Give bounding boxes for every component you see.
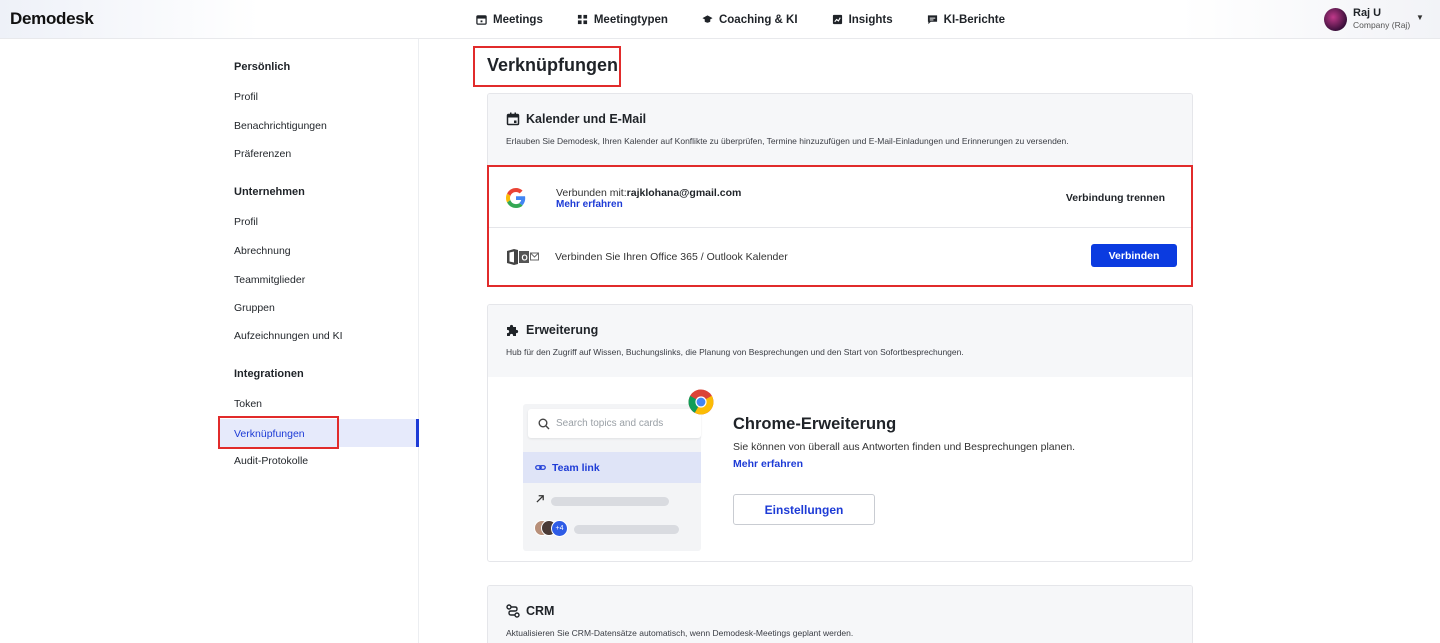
sidebar-item-gruppen[interactable]: Gruppen	[234, 302, 275, 314]
preview-search-input: Search topics and cards	[528, 409, 701, 438]
calendar-card-title: Kalender und E-Mail	[526, 112, 647, 126]
sidebar-item-praeferenzen[interactable]: Präferenzen	[234, 148, 291, 160]
avatar-count-badge: +4	[551, 520, 568, 537]
user-menu[interactable]: Raj U Company (Raj)	[1324, 7, 1410, 31]
placeholder-bar	[574, 525, 679, 534]
settings-sidebar: Persönlich Profil Benachrichtigungen Prä…	[0, 39, 419, 643]
grid-icon	[577, 14, 587, 25]
sidebar-item-teammitglieder[interactable]: Teammitglieder	[234, 274, 305, 286]
nav-insights[interactable]: Insights	[832, 14, 893, 26]
top-navigation-bar: Demodesk Meetings Meetingtypen Coaching …	[0, 0, 1440, 39]
section-title-unternehmen: Unternehmen	[234, 186, 305, 198]
crm-card: CRM Aktualisieren Sie CRM-Datensätze aut…	[487, 585, 1193, 643]
crm-card-title: CRM	[526, 604, 555, 618]
section-title-persoenlich: Persönlich	[234, 61, 291, 73]
chrome-icon	[688, 389, 714, 415]
chrome-extension-title: Chrome-Erweiterung	[733, 415, 897, 433]
nav-coaching[interactable]: Coaching & KI	[702, 14, 798, 26]
placeholder-bar	[551, 497, 669, 506]
extension-preview: Search topics and cards Team link +4	[523, 404, 701, 551]
chrome-extension-description: Sie können von überall aus Antworten fin…	[733, 441, 1076, 453]
message-icon	[927, 15, 937, 25]
preview-team-link: Team link	[523, 452, 701, 483]
extension-card-description: Hub für den Zugriff auf Wissen, Buchungs…	[506, 347, 964, 357]
page-title: Verknüpfungen	[487, 55, 619, 75]
section-title-integrationen: Integrationen	[234, 368, 304, 380]
sidebar-item-aufzeichnungen[interactable]: Aufzeichnungen und KI	[234, 330, 343, 342]
extension-card: Erweiterung Hub für den Zugriff auf Wiss…	[487, 304, 1193, 562]
arrow-icon	[536, 495, 544, 503]
avatar	[1324, 7, 1347, 31]
avatar-stack: +4	[534, 520, 570, 538]
nav-meetingtypen[interactable]: Meetingtypen	[577, 14, 668, 26]
calendar-icon	[506, 112, 520, 126]
nav-meetings[interactable]: Meetings	[476, 14, 543, 26]
sidebar-item-profil[interactable]: Profil	[234, 91, 258, 103]
calendar-icon	[476, 15, 487, 25]
chart-icon	[832, 14, 842, 25]
chevron-down-icon[interactable]: ▼	[1416, 13, 1424, 22]
sidebar-item-abrechnung[interactable]: Abrechnung	[234, 245, 291, 257]
settings-button[interactable]: Einstellungen	[733, 494, 875, 525]
demodesk-logo[interactable]: Demodesk	[10, 9, 94, 29]
nav-ki-berichte[interactable]: KI-Berichte	[927, 14, 1005, 26]
sidebar-item-benachrichtigungen[interactable]: Benachrichtigungen	[234, 120, 327, 132]
sidebar-item-company-profil[interactable]: Profil	[234, 216, 258, 228]
puzzle-icon	[507, 324, 519, 336]
calendar-card-description: Erlauben Sie Demodesk, Ihren Kalender au…	[506, 136, 1069, 146]
sidebar-item-audit-protokolle[interactable]: Audit-Protokolle	[234, 455, 308, 467]
main-nav: Meetings Meetingtypen Coaching & KI Insi…	[476, 0, 1039, 39]
crm-card-description: Aktualisieren Sie CRM-Datensätze automat…	[506, 628, 854, 638]
extension-learn-more-link[interactable]: Mehr erfahren	[733, 458, 803, 470]
graduation-cap-icon	[702, 15, 713, 23]
highlight-box-connections	[487, 165, 1193, 287]
highlight-box-sidebar	[218, 416, 339, 449]
user-company: Company (Raj)	[1353, 20, 1411, 30]
extension-card-title: Erweiterung	[526, 323, 599, 337]
link-icon	[535, 465, 546, 470]
search-icon	[538, 418, 550, 429]
sidebar-item-token[interactable]: Token	[234, 398, 262, 410]
crm-flow-icon	[506, 604, 520, 618]
user-name: Raj U	[1353, 7, 1382, 19]
